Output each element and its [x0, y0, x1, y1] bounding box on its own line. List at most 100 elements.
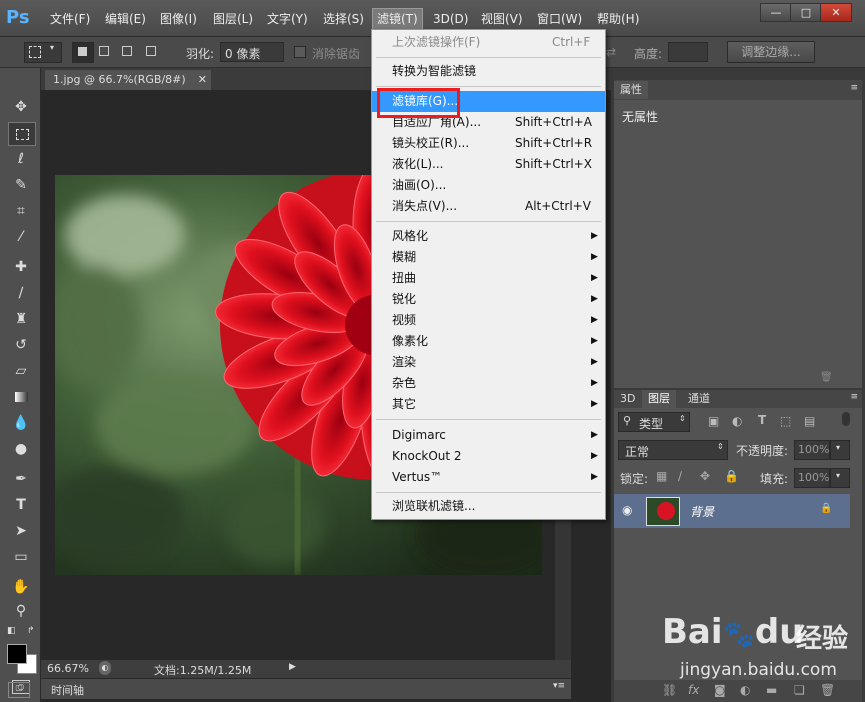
menu-item-blur[interactable]: 模糊 ▶ [372, 247, 605, 268]
document-tab[interactable]: 1.jpg @ 66.7%(RGB/8#) ✕ [45, 70, 211, 90]
subtract-selection-button[interactable] [118, 42, 138, 61]
eraser-tool-icon[interactable]: ▱ [8, 360, 34, 382]
intersect-selection-button[interactable] [142, 42, 162, 61]
zoom-level[interactable]: 66.67% [47, 662, 89, 675]
panel-menu-icon[interactable]: ≡ [850, 392, 858, 402]
menu-select[interactable]: 选择(S) [323, 9, 364, 29]
maximize-button[interactable]: □ [790, 3, 822, 22]
panel-collapse-bar[interactable] [614, 68, 862, 80]
menu-item-sharpen[interactable]: 锐化 ▶ [372, 289, 605, 310]
menu-window[interactable]: 窗口(W) [537, 9, 582, 29]
foreground-color-swatch[interactable] [7, 644, 27, 664]
menu-item-pixelate[interactable]: 像素化 ▶ [372, 331, 605, 352]
clone-stamp-tool-icon[interactable]: ♜ [8, 308, 34, 330]
menu-item-knockout[interactable]: KnockOut 2 ▶ [372, 446, 605, 467]
brush-tool-icon[interactable]: ∕ [8, 282, 34, 304]
minimize-button[interactable]: — [760, 3, 792, 22]
menu-item-stylize[interactable]: 风格化 ▶ [372, 226, 605, 247]
menu-view[interactable]: 视图(V) [481, 9, 523, 29]
default-colors-icon[interactable]: ◧ [7, 626, 16, 636]
rectangle-tool-icon[interactable]: ▭ [8, 546, 34, 568]
menu-edit[interactable]: 编辑(E) [105, 9, 146, 29]
height-input[interactable] [668, 42, 708, 62]
menu-item-other[interactable]: 其它 ▶ [372, 394, 605, 415]
lock-paint-icon[interactable]: ∕ [678, 469, 682, 483]
tab-properties[interactable]: 属性 [614, 81, 648, 99]
menu-3d[interactable]: 3D(D) [433, 9, 468, 29]
menu-help[interactable]: 帮助(H) [597, 9, 639, 29]
menu-item-lens-correction[interactable]: 镜头校正(R)... Shift+Ctrl+R [372, 133, 605, 154]
marquee-tool-icon[interactable] [8, 122, 36, 146]
menu-item-convert-smart-filter[interactable]: 转换为智能滤镜 [372, 61, 605, 82]
new-selection-button[interactable] [72, 42, 94, 63]
layer-row-background[interactable]: ◉ 背景 🔒 [614, 494, 850, 528]
type-filter-icon[interactable]: T [758, 413, 766, 427]
menu-item-video[interactable]: 视频 ▶ [372, 310, 605, 331]
menu-file[interactable]: 文件(F) [50, 9, 90, 29]
panel-menu-icon[interactable]: ≡ [850, 83, 858, 93]
blend-mode-select[interactable]: 正常 ⇕ [618, 440, 728, 460]
tool-preset-picker[interactable]: ▾ [24, 42, 62, 63]
history-brush-tool-icon[interactable]: ↺ [8, 334, 34, 356]
feather-input[interactable]: 0 像素 [220, 42, 284, 62]
layer-filter-kind-select[interactable]: ⚲ 类型 ⇕ [618, 412, 690, 432]
filter-toggle[interactable] [842, 412, 850, 426]
swap-colors-icon[interactable]: ↱ [27, 626, 35, 636]
screen-mode-icon[interactable]: ▢ [8, 682, 30, 698]
menu-image[interactable]: 图像(I) [160, 9, 197, 29]
panel-menu-icon[interactable]: ▾≡ [553, 681, 565, 691]
menu-item-vanishing-point[interactable]: 消失点(V)... Alt+Ctrl+V [372, 196, 605, 217]
gradient-tool-icon[interactable] [8, 386, 34, 408]
type-tool-icon[interactable]: T [8, 494, 34, 516]
crop-tool-icon[interactable]: ⌗ [8, 200, 34, 222]
menu-type[interactable]: 文字(Y) [267, 9, 308, 29]
smart-object-filter-icon[interactable]: ▤ [804, 414, 815, 428]
status-expand-icon[interactable]: ▶ [289, 662, 296, 672]
eyedropper-tool-icon[interactable]: ⁄ [8, 226, 34, 248]
close-button[interactable]: ✕ [820, 3, 852, 22]
antialias-checkbox[interactable] [294, 46, 306, 58]
hand-tool-icon[interactable]: ✋ [8, 576, 34, 598]
menu-item-oil-paint[interactable]: 油画(O)... [372, 175, 605, 196]
menu-layer[interactable]: 图层(L) [213, 9, 253, 29]
path-select-tool-icon[interactable]: ➤ [8, 520, 34, 542]
lock-move-icon[interactable]: ✥ [700, 469, 710, 483]
tab-channels[interactable]: 通道 [682, 390, 716, 408]
menu-filter[interactable]: 滤镜(T) [372, 8, 423, 30]
blur-tool-icon[interactable]: 💧 [8, 412, 34, 434]
menu-item-last-filter[interactable]: 上次滤镜操作(F) Ctrl+F [372, 32, 605, 53]
lasso-tool-icon[interactable]: ℓ [8, 148, 34, 170]
menu-item-browse-online-filters[interactable]: 浏览联机滤镜... [372, 496, 605, 517]
menu-item-vertus[interactable]: Vertus™ ▶ [372, 467, 605, 488]
opacity-dropdown[interactable]: ▾ [830, 440, 850, 460]
add-selection-button[interactable] [95, 42, 115, 61]
layer-name[interactable]: 背景 [690, 503, 714, 520]
pen-tool-icon[interactable]: ✒ [8, 468, 34, 490]
tab-layers[interactable]: 图层 [642, 390, 676, 408]
quick-select-tool-icon[interactable]: ✎ [8, 174, 34, 196]
opacity-input[interactable]: 100% [794, 440, 830, 460]
fill-dropdown[interactable]: ▾ [830, 468, 850, 488]
shape-filter-icon[interactable]: ⬚ [780, 414, 791, 428]
menu-item-render[interactable]: 渲染 ▶ [372, 352, 605, 373]
healing-brush-tool-icon[interactable]: ✚ [8, 256, 34, 278]
menu-item-digimarc[interactable]: Digimarc ▶ [372, 425, 605, 446]
menu-item-liquify[interactable]: 液化(L)... Shift+Ctrl+X [372, 154, 605, 175]
trash-icon[interactable]: 🗑 [820, 372, 833, 383]
close-tab-icon[interactable]: ✕ [198, 70, 207, 90]
pixel-filter-icon[interactable]: ▣ [708, 414, 719, 428]
adjustment-filter-icon[interactable]: ◐ [732, 414, 742, 428]
menu-item-noise[interactable]: 杂色 ▶ [372, 373, 605, 394]
zoom-tool-icon[interactable]: ⚲ [8, 600, 34, 622]
lock-transparent-icon[interactable]: ▦ [656, 469, 667, 483]
lock-all-icon[interactable]: 🔒 [724, 469, 739, 483]
dodge-tool-icon[interactable]: ● [8, 438, 34, 460]
status-menu-icon[interactable]: ◐ [99, 661, 111, 675]
menu-item-distort[interactable]: 扭曲 ▶ [372, 268, 605, 289]
tab-3d[interactable]: 3D [614, 390, 641, 408]
timeline-tab[interactable]: 时间轴 [51, 682, 84, 698]
move-tool-icon[interactable]: ✥ [8, 96, 34, 118]
refine-edge-button[interactable]: 调整边缘... [727, 41, 815, 63]
eye-icon[interactable]: ◉ [622, 503, 632, 517]
fill-input[interactable]: 100% [794, 468, 830, 488]
